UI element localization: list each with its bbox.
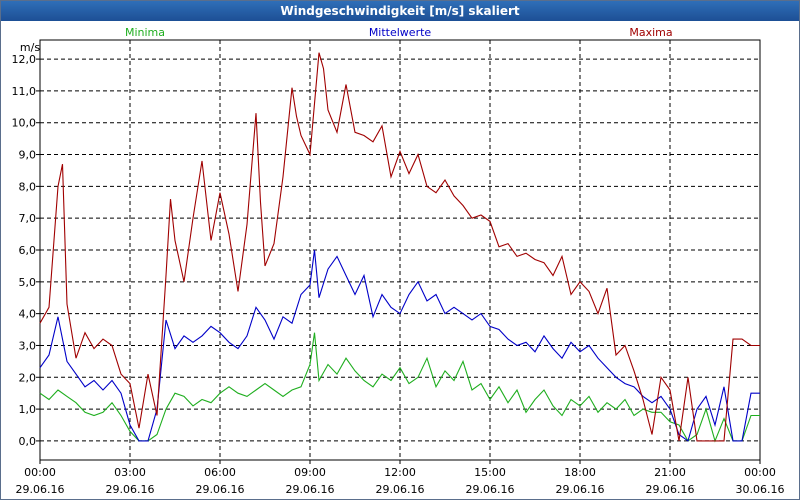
y-tick-label: 1,0: [19, 403, 37, 416]
y-tick-label: 7,0: [19, 212, 37, 225]
x-tick-label-date: 29.06.16: [16, 483, 65, 496]
y-tick-label: 10,0: [12, 117, 37, 130]
legend-maxima: Maxima: [629, 26, 672, 39]
y-axis-unit-label: m/s: [20, 41, 40, 54]
legend-minima: Minima: [125, 26, 165, 39]
x-tick-label-date: 29.06.16: [556, 483, 605, 496]
axes: 12,0 11,0 10,0 9,0 8,0 7,0 6,0 5,0 4,0 3,0 2,0 1,0 0…: [12, 53, 785, 496]
y-tick-label: 8,0: [19, 180, 37, 193]
x-tick-label-time: 12:00: [384, 466, 416, 479]
x-tick-label-date: 29.06.16: [646, 483, 695, 496]
y-tick-label: 6,0: [19, 244, 37, 257]
y-tick-label: 11,0: [12, 85, 37, 98]
x-tick-label-date: 30.06.16: [736, 483, 785, 496]
x-tick-label-time: 09:00: [294, 466, 326, 479]
x-tick-label-time: 03:00: [114, 466, 146, 479]
x-tick-label-time: 21:00: [654, 466, 686, 479]
y-tick-label: 12,0: [12, 53, 37, 66]
y-tick-label: 4,0: [19, 308, 37, 321]
legend-mittelwerte: Mittelwerte: [369, 26, 432, 39]
x-tick-label-time: 00:00: [744, 466, 776, 479]
y-tick-label: 2,0: [19, 371, 37, 384]
wind-speed-chart: 12,0 11,0 10,0 9,0 8,0 7,0 6,0 5,0 4,0 3,0 2,0 1,0 0…: [12, 26, 785, 496]
x-tick-label-date: 29.06.16: [466, 483, 515, 496]
x-tick-label-date: 29.06.16: [106, 483, 155, 496]
x-tick-label-date: 29.06.16: [286, 483, 335, 496]
x-tick-label-date: 29.06.16: [376, 483, 425, 496]
y-tick-label: 5,0: [19, 276, 37, 289]
y-tick-label: 0,0: [19, 435, 37, 448]
x-tick-label-time: 15:00: [474, 466, 506, 479]
x-tick-label-time: 00:00: [24, 466, 56, 479]
x-tick-label-date: 29.06.16: [196, 483, 245, 496]
x-tick-label-time: 06:00: [204, 466, 236, 479]
grid: [40, 40, 760, 460]
y-tick-label: 9,0: [19, 149, 37, 162]
x-tick-label-time: 18:00: [564, 466, 596, 479]
y-tick-label: 3,0: [19, 339, 37, 352]
